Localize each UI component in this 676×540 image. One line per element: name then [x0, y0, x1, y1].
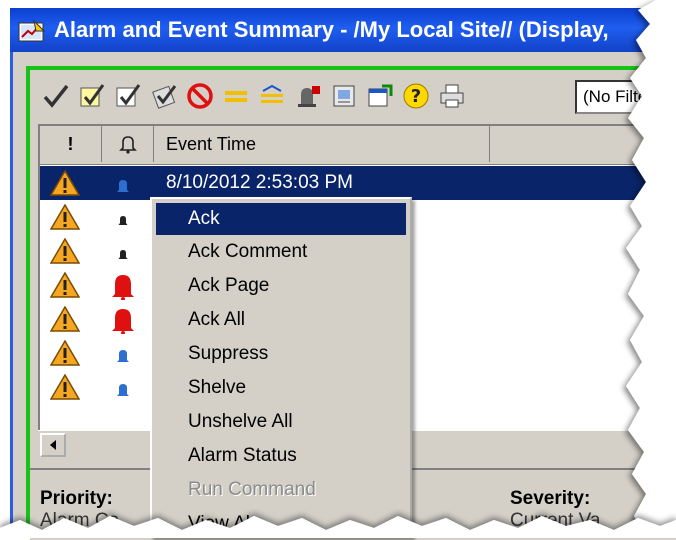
properties-icon[interactable] [364, 80, 396, 112]
table-row[interactable]: 8/10/2012 2:53:03 PM [40, 166, 676, 200]
bell-icon [110, 272, 136, 301]
bell-icon [110, 340, 136, 366]
alarm-status-icon[interactable] [292, 80, 324, 112]
menu-item-shelve[interactable]: Shelve [156, 372, 406, 404]
priority-column-header[interactable]: ! [40, 126, 102, 162]
shelve-icon[interactable] [220, 80, 252, 112]
priority-label: Priority: [40, 488, 113, 509]
title-bar[interactable]: Alarm and Event Summary - /My Local Site… [10, 8, 670, 52]
arrow-left-icon [50, 440, 56, 450]
menu-item-ack-comment[interactable]: Ack Comment [156, 236, 406, 268]
menu-item-ack-page[interactable]: Ack Page [156, 270, 406, 302]
checkmark-icon[interactable] [40, 80, 72, 112]
warning-icon [49, 169, 81, 196]
window-title: Alarm and Event Summary - /My Local Site… [54, 17, 609, 42]
menu-item-alarm-status[interactable]: Alarm Status [156, 440, 406, 472]
menu-item-run-command: Run Command [188, 479, 316, 500]
screenshot: Alarm and Event Summary - /My Local Site… [0, 0, 676, 540]
help-icon[interactable]: ? [400, 80, 432, 112]
bell-icon [110, 238, 136, 264]
suppress-icon[interactable] [184, 80, 216, 112]
warning-icon [49, 271, 81, 298]
bell-icon [110, 306, 136, 335]
bell-icon [110, 170, 136, 196]
menu-item-unshelve-all[interactable]: Unshelve All [156, 406, 406, 438]
context-menu: Ack Ack Comment Ack Page Ack All Suppres… [150, 197, 412, 538]
torn-edge-bottom [0, 516, 676, 538]
menu-item-ack-all[interactable]: Ack All [156, 304, 406, 336]
warning-icon [49, 339, 81, 366]
print-icon[interactable] [436, 80, 468, 112]
warning-icon [49, 373, 81, 400]
ack-note-icon[interactable] [76, 80, 108, 112]
unshelve-icon[interactable] [256, 80, 288, 112]
app-icon [18, 16, 46, 42]
bell-column-header[interactable] [102, 126, 154, 162]
menu-item-ack[interactable]: Ack [156, 203, 406, 235]
event-time-column-header[interactable]: Event Time [154, 126, 490, 162]
bell-icon [110, 204, 136, 230]
event-time: 8/10/2012 2:53:03 PM [166, 172, 353, 193]
display-icon[interactable] [328, 80, 360, 112]
warning-icon [49, 237, 81, 264]
grid-header: ! Event Time [40, 126, 676, 165]
scroll-left-button[interactable] [40, 433, 66, 457]
ack-all-icon[interactable] [148, 80, 180, 112]
warning-icon [49, 305, 81, 332]
menu-item-suppress[interactable]: Suppress [156, 338, 406, 370]
severity-label: Severity: [510, 488, 591, 509]
svg-text:?: ? [411, 86, 421, 107]
bell-icon [110, 374, 136, 400]
warning-icon [49, 203, 81, 230]
torn-edge-right [626, 0, 676, 538]
ack-page-icon[interactable] [112, 80, 144, 112]
